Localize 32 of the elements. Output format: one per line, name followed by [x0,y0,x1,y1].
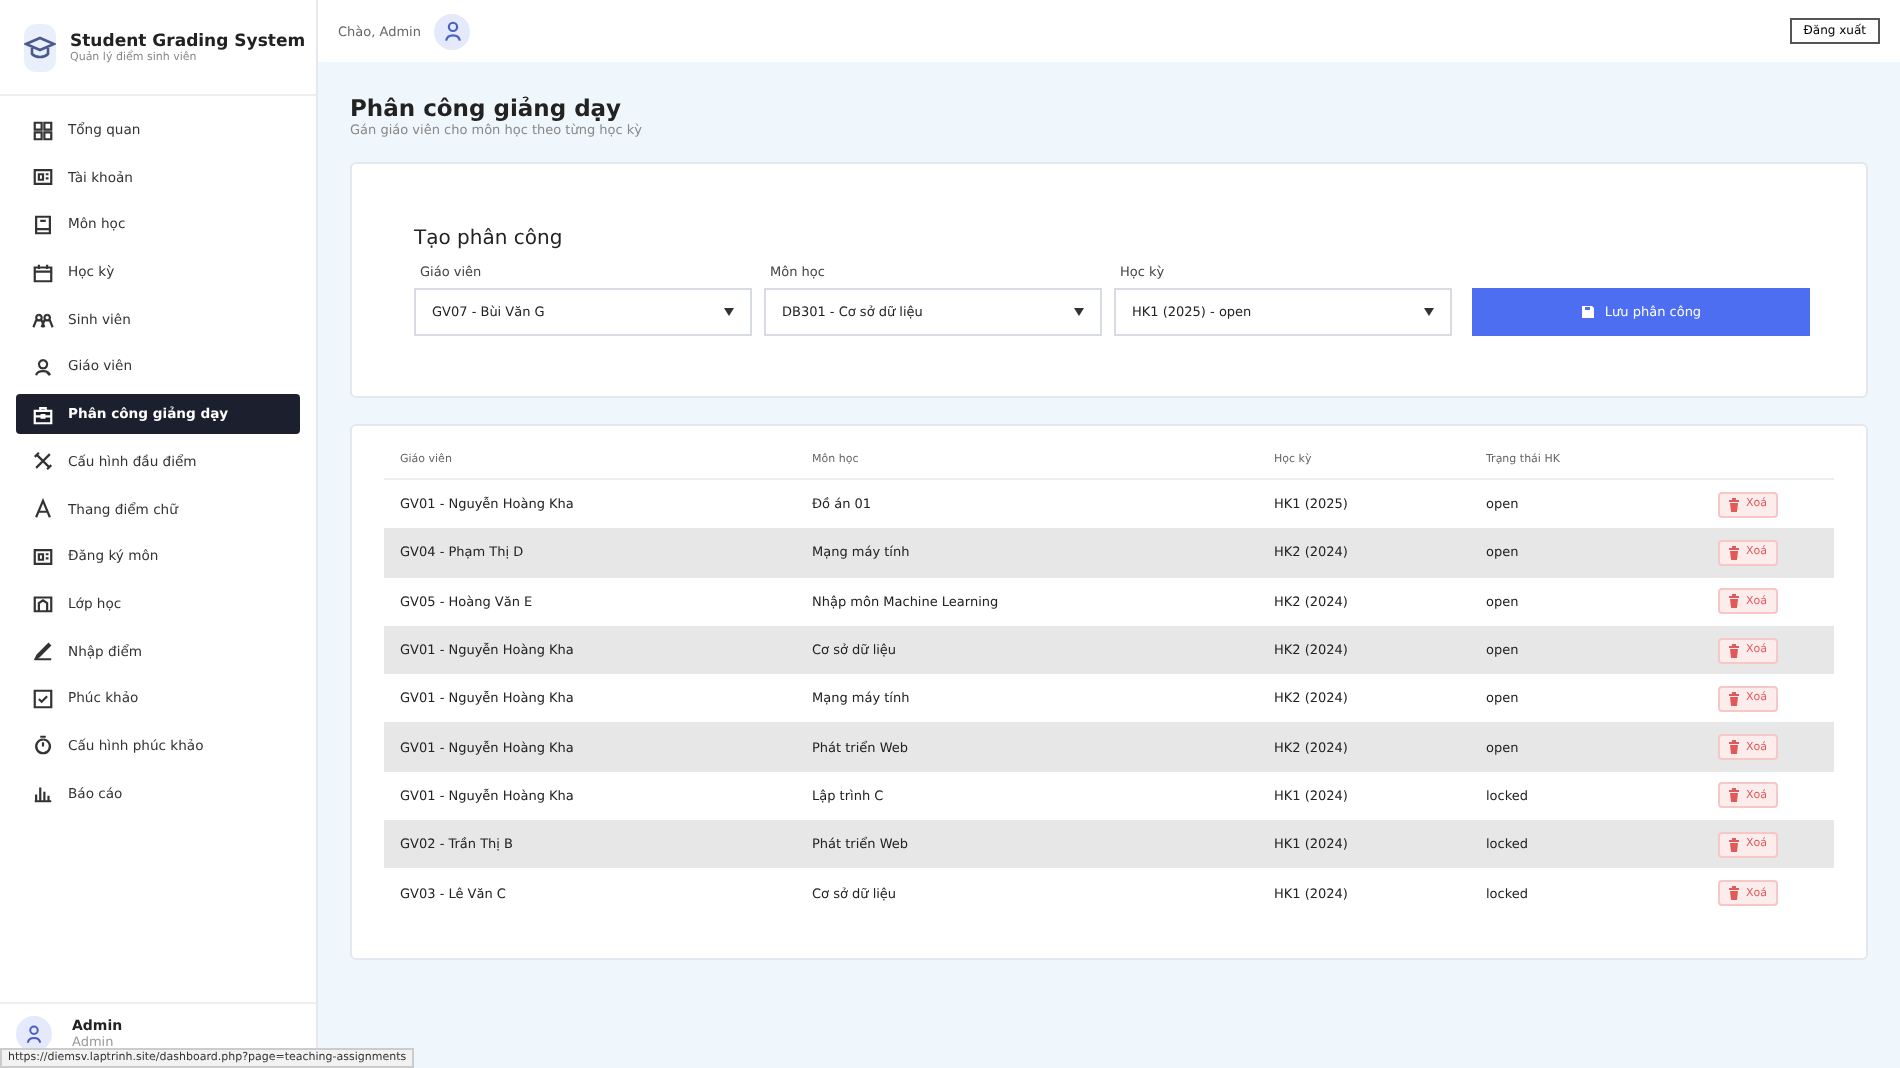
crossed-tools-icon [32,450,54,473]
trash-icon [1728,497,1740,512]
trash-icon [1728,643,1740,658]
graduation-cap-icon [24,23,56,71]
user-avatar-icon[interactable] [434,13,471,49]
letter-a-icon [32,498,54,520]
book-icon [32,213,54,236]
id-card-icon [32,166,54,189]
checkbox-icon [32,687,54,710]
stopwatch-icon [32,734,54,757]
page-title: Phân công giảng dạy [350,94,624,122]
calendar-icon [32,261,54,284]
people-icon [32,308,54,331]
id-card-icon [32,545,54,568]
trash-icon [1728,837,1740,852]
bar-chart-icon [32,782,54,805]
trash-icon [1728,545,1740,560]
pen-icon [32,640,54,663]
briefcase-icon [32,403,54,426]
trash-icon [1728,886,1740,901]
caret-icon [724,308,734,316]
grid-icon [32,119,54,141]
caret-icon [1424,308,1434,316]
trash-icon [1728,691,1740,706]
classroom-icon [32,592,54,615]
person-icon [32,355,54,378]
form-title: Tạo phân công [414,228,565,250]
trash-icon [1728,594,1740,609]
trash-icon [1728,740,1740,755]
caret-icon [1074,308,1084,316]
app-title: Student Grading System [70,31,306,51]
trash-icon [1728,788,1740,803]
